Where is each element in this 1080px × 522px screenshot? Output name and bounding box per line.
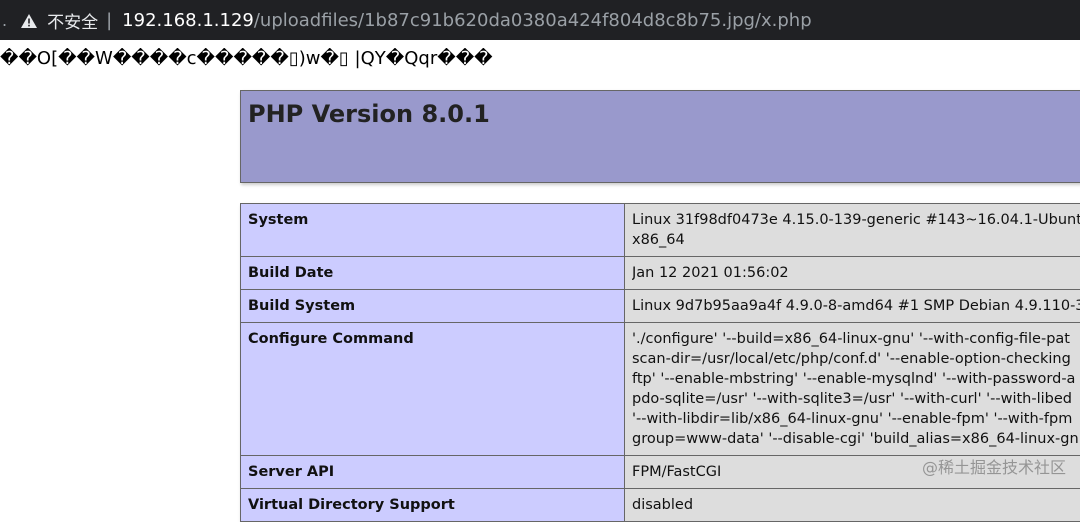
php-version-header: PHP Version 8.0.1 [240, 90, 1080, 183]
info-key: Server API [241, 456, 625, 489]
info-value-line: '--with-libdir=lib/x86_64-linux-gnu' '--… [632, 409, 1080, 429]
info-value: Jan 12 2021 01:56:02 [625, 257, 1080, 290]
address-separator: | [106, 10, 112, 31]
leading-glyph: . [2, 11, 7, 30]
url-path[interactable]: /uploadfiles/1b87c91b620da0380a424f804d8… [254, 10, 812, 31]
info-key: System [241, 204, 625, 257]
info-row: Virtual Directory Support disabled [241, 489, 1080, 522]
warning-triangle-icon[interactable] [21, 13, 37, 27]
binary-garbage-text: ��O[��W����c�����▯)w�▯ |QY�Qqr��� [0, 48, 1080, 69]
not-secure-label[interactable]: 不安全 [47, 8, 98, 33]
info-value-line: pdo-sqlite=/usr' '--with-sqlite3=/usr' '… [632, 389, 1080, 409]
info-value-line: group=www-data' '--disable-cgi' 'build_a… [632, 429, 1080, 449]
info-key: Build System [241, 290, 625, 323]
url-host[interactable]: 192.168.1.129 [122, 10, 254, 31]
info-value: Linux 9d7b95aa9a4f 4.9.0-8-amd64 #1 SMP … [625, 290, 1080, 323]
info-value-line: disabled [632, 495, 1080, 515]
info-value-line: Linux 9d7b95aa9a4f 4.9.0-8-amd64 #1 SMP … [632, 296, 1080, 316]
info-value-line: Linux 31f98df0473e 4.15.0-139-generic #1… [632, 210, 1080, 230]
info-key: Virtual Directory Support [241, 489, 625, 522]
info-key: Configure Command [241, 323, 625, 456]
info-value: Linux 31f98df0473e 4.15.0-139-generic #1… [625, 204, 1080, 257]
watermark: @稀土掘金技术社区 [922, 454, 1066, 478]
info-row: System Linux 31f98df0473e 4.15.0-139-gene… [241, 204, 1080, 257]
info-key: Build Date [241, 257, 625, 290]
info-value: './configure' '--build=x86_64-linux-gnu'… [625, 323, 1080, 456]
php-version-title: PHP Version 8.0.1 [241, 91, 1080, 128]
info-value-line: scan-dir=/usr/local/etc/php/conf.d' '--e… [632, 349, 1080, 369]
info-value-line: Jan 12 2021 01:56:02 [632, 263, 1080, 283]
info-value: disabled [625, 489, 1080, 522]
info-value-line: ftp' '--enable-mbstring' '--enable-mysql… [632, 369, 1080, 389]
info-value-line: x86_64 [632, 230, 1080, 250]
info-row: Configure Command './configure' '--build=… [241, 323, 1080, 456]
info-row: Build System Linux 9d7b95aa9a4f 4.9.0-8-a… [241, 290, 1080, 323]
info-row: Build Date Jan 12 2021 01:56:02 [241, 257, 1080, 290]
browser-address-bar[interactable]: . 不安全 | 192.168.1.129/uploadfiles/1b87c9… [0, 0, 1080, 40]
info-value-line: './configure' '--build=x86_64-linux-gnu'… [632, 329, 1080, 349]
